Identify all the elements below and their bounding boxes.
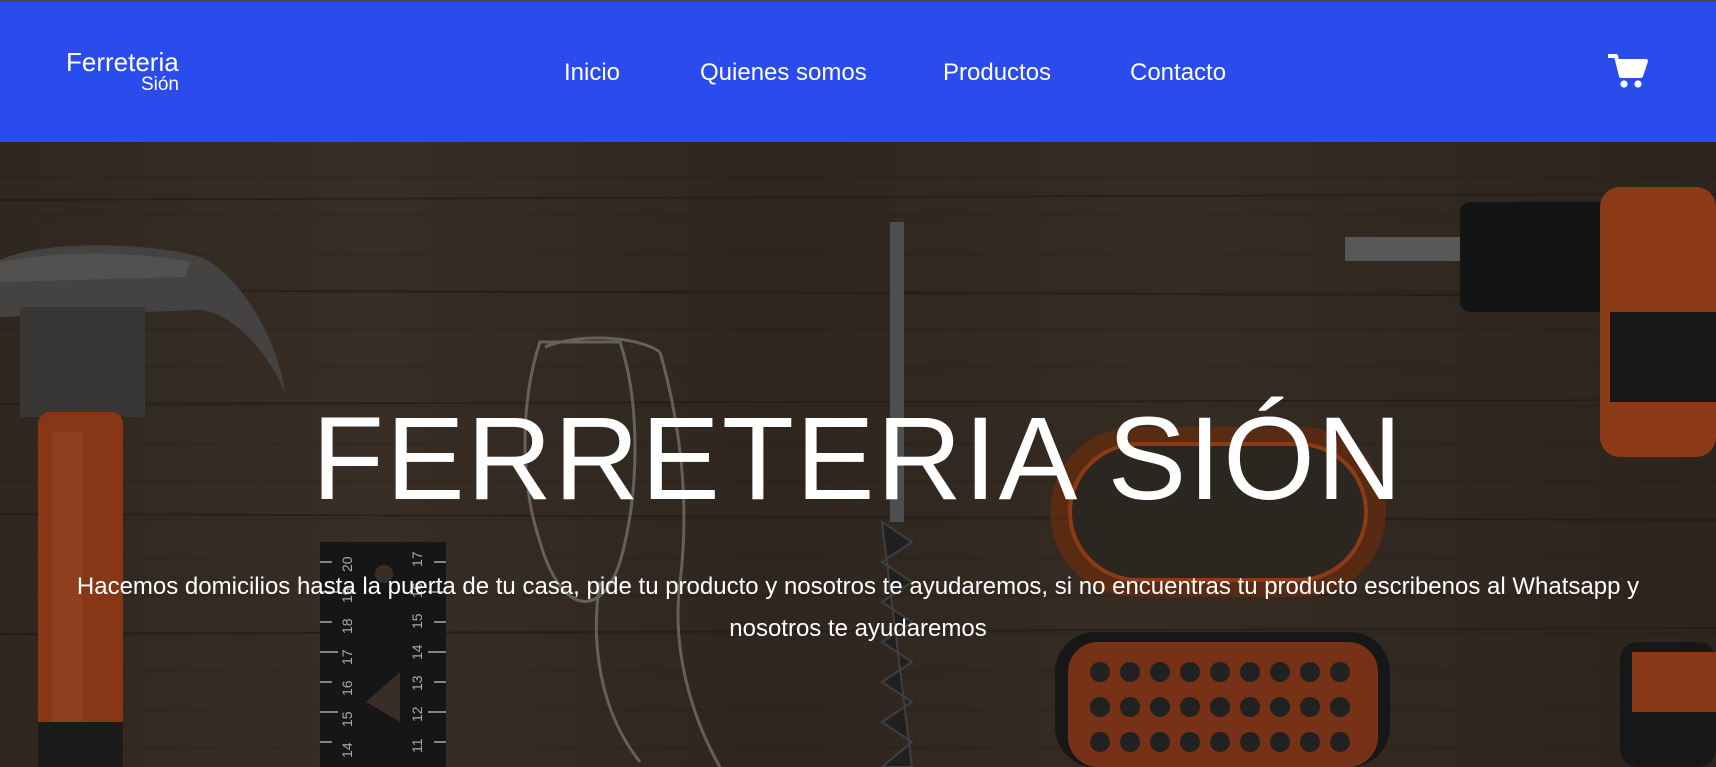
hero-section: 20 19 18 17 16 15 14 17 16 15 14 13 12 11 FERRETERIA …: [0, 142, 1716, 767]
shopping-cart-icon[interactable]: [1607, 52, 1648, 90]
nav-link-contacto[interactable]: Contacto: [1130, 59, 1226, 87]
brand-subtitle: Sión: [140, 74, 179, 95]
brand-name: Ferreteria: [66, 47, 179, 77]
navbar: Ferreteria Sión Inicio Quienes somos Pro…: [0, 2, 1716, 142]
nav-link-quienes-somos[interactable]: Quienes somos: [700, 59, 867, 87]
brand-logo[interactable]: Ferreteria Sión: [66, 48, 186, 98]
hero-title: FERRETERIA SIÓN: [311, 393, 1405, 525]
nav-link-inicio[interactable]: Inicio: [564, 59, 620, 87]
nav-link-productos[interactable]: Productos: [943, 59, 1051, 87]
hero-description: Hacemos domicilios hasta la puerta de tu…: [76, 573, 1640, 642]
